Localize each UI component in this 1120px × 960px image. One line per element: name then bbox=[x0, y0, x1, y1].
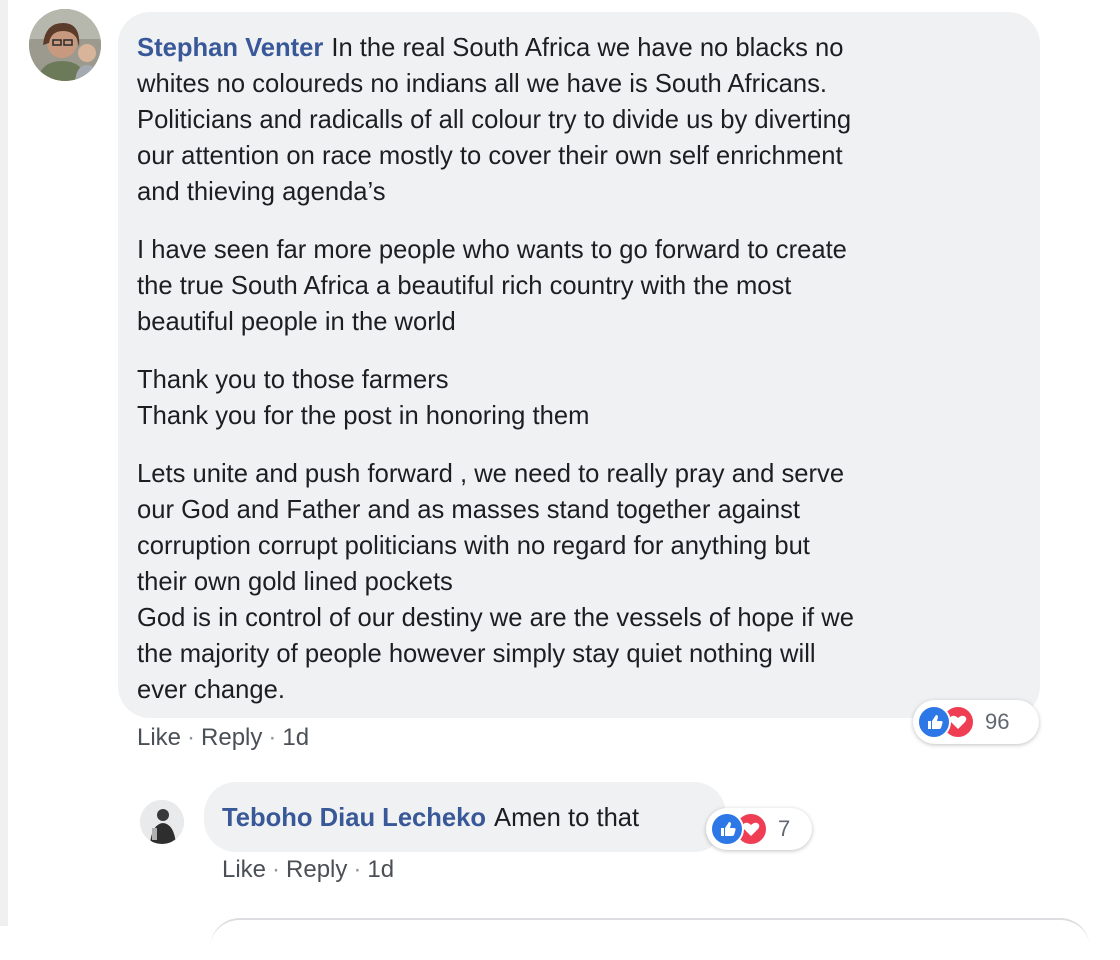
comment-line: the true South Africa a beautiful rich c… bbox=[137, 272, 792, 300]
separator: · bbox=[353, 856, 362, 883]
comment-body: Stephan Venter In the real South Africa w… bbox=[137, 30, 1020, 708]
comment-line: corruption corrupt politicians with no r… bbox=[137, 532, 810, 560]
reactions-summary[interactable]: 96 bbox=[913, 700, 1039, 744]
like-icon bbox=[917, 705, 951, 739]
reply-avatar[interactable] bbox=[140, 800, 184, 844]
comment-line: and thieving agenda’s bbox=[137, 178, 386, 206]
reply-body: Teboho Diau Lecheko Amen to that bbox=[222, 801, 708, 835]
comment-line: I have seen far more people who wants to… bbox=[137, 236, 847, 264]
like-icon bbox=[710, 812, 744, 846]
comment-line: In the real South Africa we have no blac… bbox=[331, 34, 844, 62]
comment-line: God is in control of our destiny we are … bbox=[137, 604, 854, 632]
comment-bubble: Stephan Venter In the real South Africa w… bbox=[118, 12, 1040, 718]
reply-bubble: Teboho Diau Lecheko Amen to that bbox=[204, 782, 726, 852]
left-border bbox=[0, 0, 8, 926]
comment-line: Thank you for the post in honoring them bbox=[137, 402, 590, 430]
avatar-photo-icon bbox=[140, 800, 184, 844]
comment-line: Lets unite and push forward , we need to… bbox=[137, 460, 845, 488]
avatar[interactable] bbox=[29, 9, 101, 81]
reply-reactions-summary[interactable]: 7 bbox=[706, 808, 812, 850]
separator: · bbox=[268, 724, 277, 751]
comment-author-link[interactable]: Stephan Venter bbox=[137, 34, 323, 62]
reply-author-link[interactable]: Teboho Diau Lecheko bbox=[222, 804, 486, 832]
reply-actions: Like · Reply · 1d bbox=[222, 856, 394, 884]
separator: · bbox=[272, 856, 281, 883]
comment-line: Politicians and radicalls of all colour … bbox=[137, 106, 852, 134]
comment-line: our God and Father and as masses stand t… bbox=[137, 496, 801, 524]
reply-link[interactable]: Reply bbox=[286, 856, 347, 883]
reaction-count: 7 bbox=[778, 816, 791, 841]
comment-line: whites no coloureds no indians all we ha… bbox=[137, 70, 828, 98]
reply-text: Amen to that bbox=[494, 804, 640, 832]
comment-line: Thank you to those farmers bbox=[137, 366, 449, 394]
reply-link[interactable]: Reply bbox=[201, 724, 262, 751]
comment-actions: Like · Reply · 1d bbox=[137, 724, 309, 752]
comment-line: ever change. bbox=[137, 676, 285, 704]
reaction-count: 96 bbox=[985, 709, 1010, 734]
comment-paragraph: Thank you to those farmers Thank you for… bbox=[137, 362, 1020, 434]
separator: · bbox=[187, 724, 196, 751]
avatar-photo-icon bbox=[29, 9, 101, 81]
timestamp-link[interactable]: 1d bbox=[282, 724, 309, 751]
comment-line: our attention on race mostly to cover th… bbox=[137, 142, 843, 170]
comment-line: beautiful people in the world bbox=[137, 308, 456, 336]
comment-paragraph: I have seen far more people who wants to… bbox=[137, 232, 1020, 340]
comment-paragraph: Stephan Venter In the real South Africa w… bbox=[137, 30, 1020, 210]
like-link[interactable]: Like bbox=[137, 724, 181, 751]
comment-line: the majority of people however simply st… bbox=[137, 640, 816, 668]
timestamp-link[interactable]: 1d bbox=[367, 856, 394, 883]
comment-line: their own gold lined pockets bbox=[137, 568, 453, 596]
like-link[interactable]: Like bbox=[222, 856, 266, 883]
comment-paragraph: Lets unite and push forward , we need to… bbox=[137, 456, 1020, 708]
next-comment-edge bbox=[210, 918, 1090, 960]
